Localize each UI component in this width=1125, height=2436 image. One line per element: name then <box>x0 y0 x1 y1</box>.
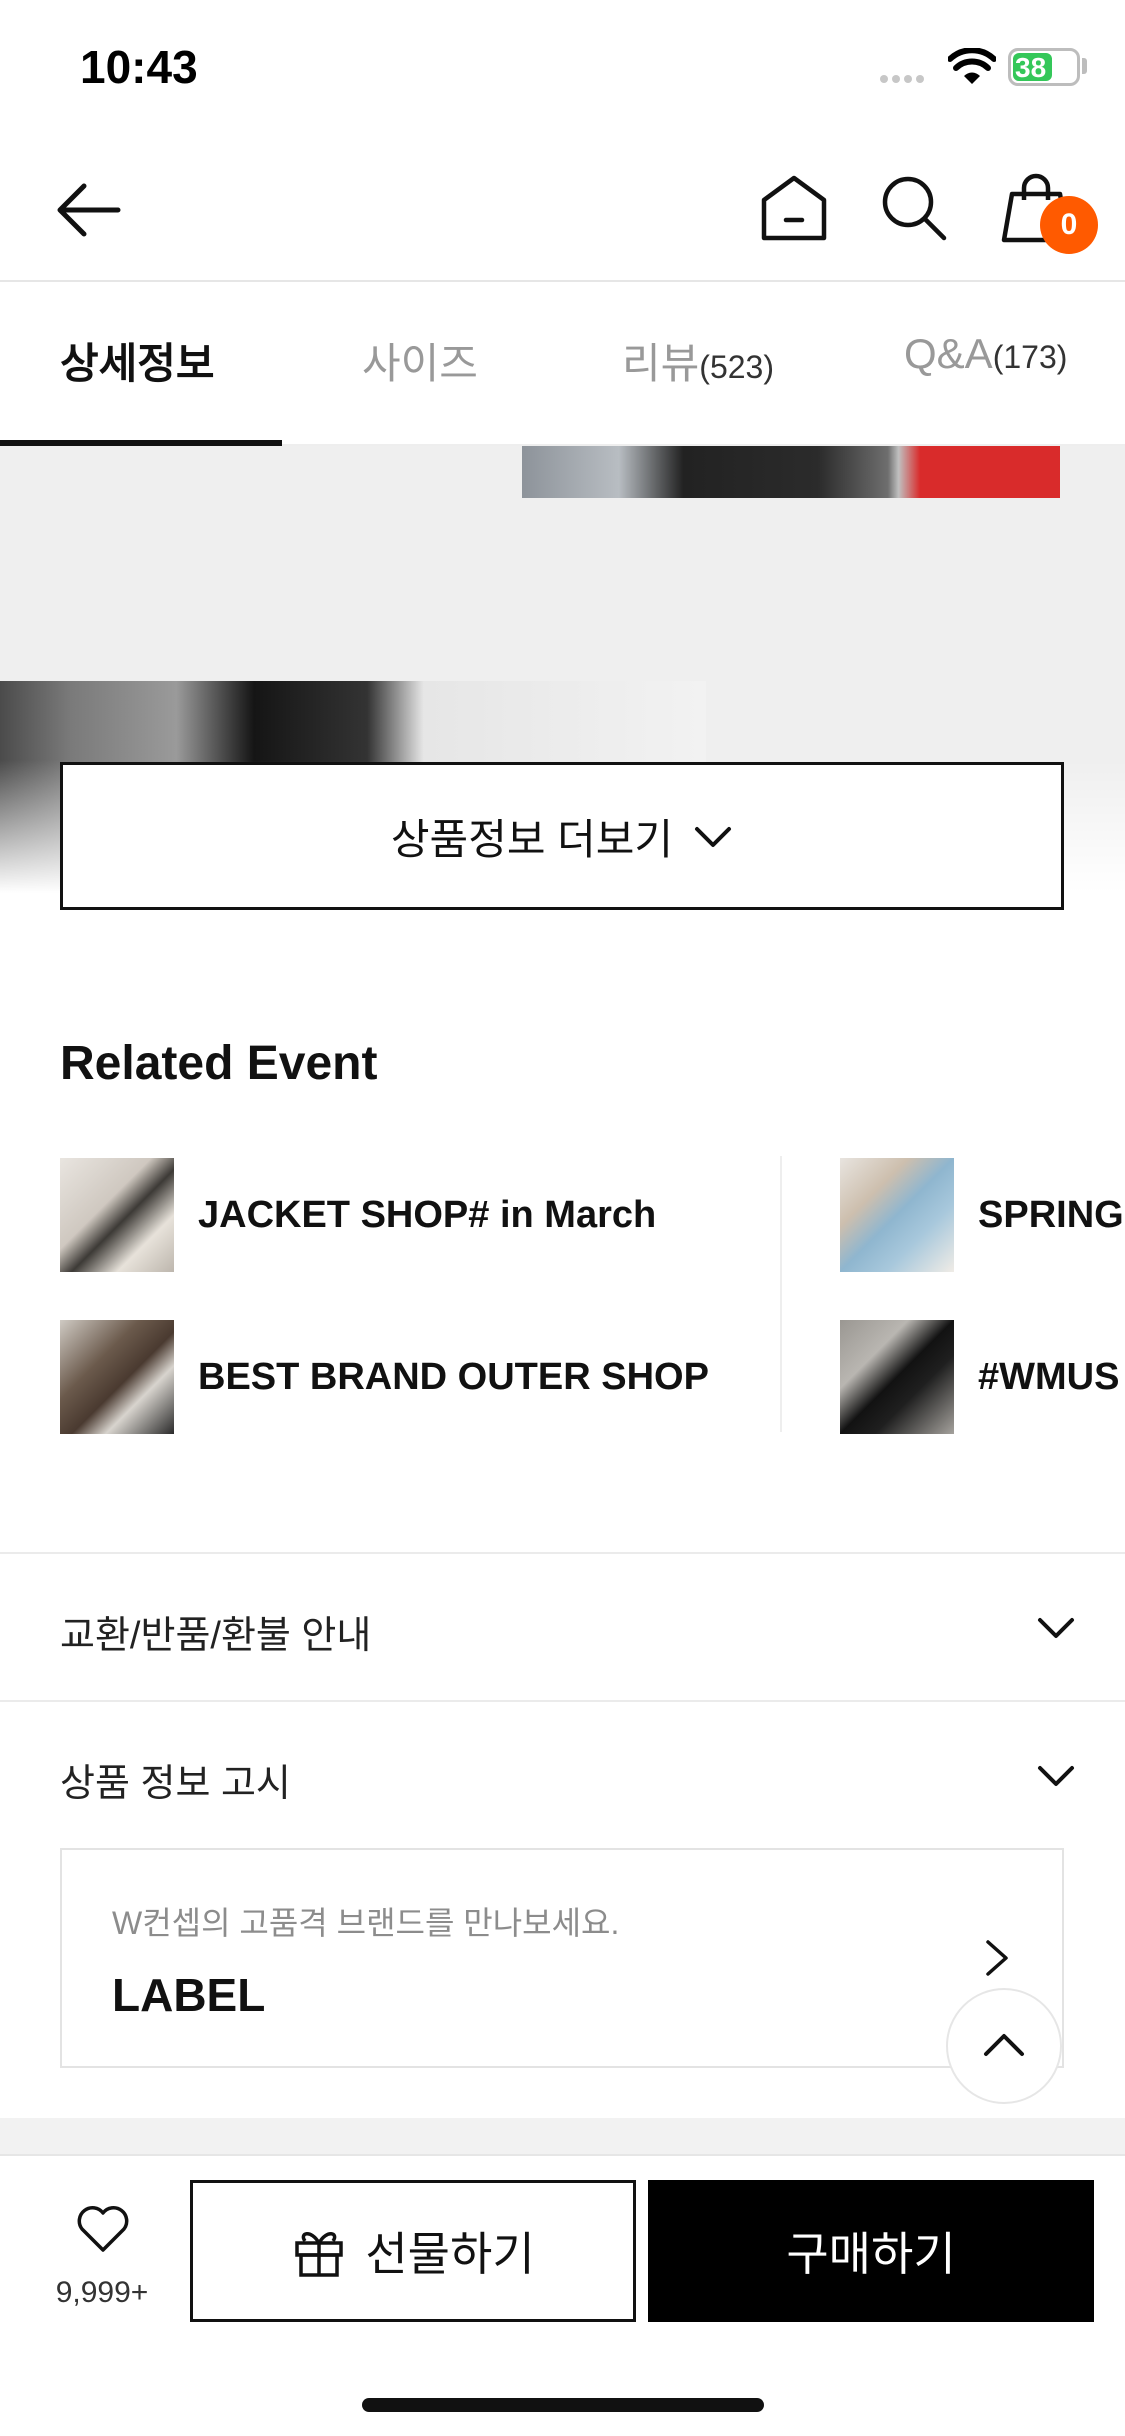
event-title: BEST BRAND OUTER SHOP <box>198 1355 709 1398</box>
event-title: JACKET SHOP# in March <box>198 1193 657 1236</box>
event-thumbnail <box>840 1158 954 1272</box>
gift-button-label: 선물하기 <box>365 2228 535 2280</box>
search-icon[interactable] <box>876 170 952 246</box>
event-title: #WMUS <box>978 1355 1120 1398</box>
like-count: 9,999+ <box>55 2276 149 2309</box>
home-icon[interactable] <box>756 170 832 246</box>
tab-detail[interactable]: 상세정보 <box>60 330 215 391</box>
tab-qna[interactable]: Q&A(173) <box>904 330 1067 378</box>
event-item[interactable]: JACKET SHOP# in March <box>60 1158 656 1272</box>
section-divider <box>0 1552 1125 1554</box>
back-arrow-icon[interactable] <box>50 170 130 250</box>
battery-tip <box>1082 58 1087 74</box>
brand-banner-subtitle: W컨셉의 고품격 브랜드를 만나보세요. <box>112 1905 620 1941</box>
more-product-info-label: 상품정보 더보기 <box>390 815 674 863</box>
home-indicator <box>362 2398 764 2412</box>
chevron-down-icon[interactable] <box>1034 1606 1078 1650</box>
event-thumbnail <box>840 1320 954 1434</box>
event-item[interactable]: BEST BRAND OUTER SHOP <box>60 1320 709 1434</box>
tab-size[interactable]: 사이즈 <box>362 330 478 391</box>
battery-icon: 38 <box>1008 48 1080 86</box>
more-product-info-button[interactable]: 상품정보 더보기 <box>60 762 1064 910</box>
product-info-notice-accordion[interactable]: 상품 정보 고시 <box>60 1752 291 1807</box>
tab-review[interactable]: 리뷰(523) <box>622 330 774 391</box>
cart-count-badge: 0 <box>1040 196 1098 254</box>
tab-qna-count: (173) <box>992 339 1068 375</box>
cellular-signal-icon <box>880 70 928 88</box>
tab-size-label: 사이즈 <box>362 340 478 387</box>
wifi-icon <box>948 48 996 84</box>
section-divider <box>0 1700 1125 1702</box>
buy-button[interactable]: 구매하기 <box>648 2180 1094 2322</box>
event-thumbnail <box>60 1320 174 1434</box>
related-event-title: Related Event <box>60 1037 378 1090</box>
section-spacer <box>0 2118 1125 2154</box>
brand-banner-title: LABEL <box>112 1969 266 2021</box>
brand-label-banner[interactable] <box>60 1848 1064 2068</box>
tab-review-count: (523) <box>699 349 774 385</box>
chevron-down-icon <box>695 827 732 847</box>
tab-detail-label: 상세정보 <box>60 340 215 387</box>
buy-button-label: 구매하기 <box>786 2228 956 2280</box>
event-item[interactable]: #WMUS <box>840 1320 1119 1434</box>
exchange-return-refund-accordion[interactable]: 교환/반품/환불 안내 <box>60 1604 371 1659</box>
gift-button[interactable]: 선물하기 <box>190 2180 636 2322</box>
chevron-right-icon[interactable] <box>976 1936 1016 1980</box>
heart-icon[interactable] <box>76 2204 130 2254</box>
product-photo <box>522 446 1060 498</box>
gift-icon <box>295 2232 344 2277</box>
tab-qna-label: Q&A <box>904 330 993 377</box>
nav-divider <box>0 280 1125 282</box>
tab-review-label: 리뷰 <box>622 340 700 387</box>
event-thumbnail <box>60 1158 174 1272</box>
battery-level: 38 <box>1015 52 1047 83</box>
status-time: 10:43 <box>80 41 198 93</box>
event-title: SPRING <box>978 1193 1124 1236</box>
chevron-up-icon <box>984 2034 1024 2056</box>
scroll-to-top-button[interactable] <box>946 1988 1062 2104</box>
event-item[interactable]: SPRING <box>840 1158 1124 1272</box>
event-column-divider <box>780 1156 782 1432</box>
chevron-down-icon[interactable] <box>1034 1754 1078 1798</box>
